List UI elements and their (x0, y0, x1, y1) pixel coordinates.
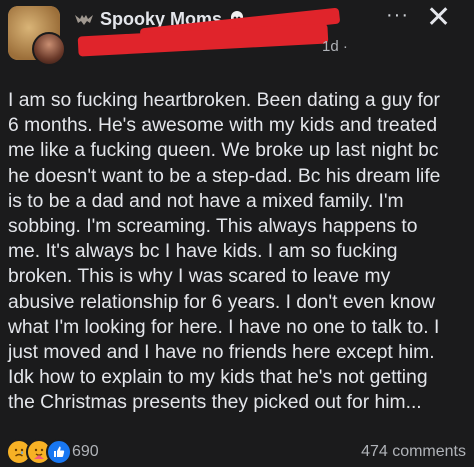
post-text-line: is to be a dad and not have a mixed fami… (8, 190, 404, 212)
post-text-line: me. It's always bc I have kids. I am so … (8, 241, 398, 263)
post-header: Spooky Moms 1d · ··· ✕ (0, 0, 474, 78)
post-text-line: sobbing. I'm screaming. This always happ… (8, 216, 418, 238)
comments-count-link[interactable]: 474 comments (361, 443, 466, 461)
post-footer: 690 474 comments (0, 436, 474, 467)
reactions-summary[interactable] (6, 439, 72, 465)
reaction-count[interactable]: 690 (72, 443, 99, 461)
post-text-line: Idk how to explain to my kids that he's … (8, 367, 428, 389)
post-text-line: just moved and I have no friends here ex… (8, 342, 435, 364)
post-timestamp[interactable]: 1d · (322, 38, 348, 55)
post-body: I am so fucking heartbroken. Been dating… (8, 88, 470, 416)
author-avatar[interactable] (32, 32, 66, 66)
post-text-line: what I'm looking for here. I have no one… (8, 316, 440, 338)
post-text-line: me like a fucking queen. We broke up las… (8, 140, 439, 162)
post-text-line: I am so fucking heartbroken. Been dating… (8, 90, 440, 111)
post-text-line: 6 months. He's awesome with my kids and … (8, 115, 438, 137)
close-button[interactable]: ✕ (426, 0, 451, 35)
post-text-line: abusive relationship for 6 years. I don'… (8, 291, 436, 313)
bat-icon (75, 15, 93, 25)
more-options-button[interactable]: ··· (386, 4, 409, 27)
post-text-line: the Christmas presents they picked out f… (8, 392, 422, 414)
post-text-line: broken. This is why I was scared to leav… (8, 266, 391, 288)
like-reaction-icon (46, 439, 72, 465)
post-text-line: he doesn't want to be a step-dad. Bc his… (8, 165, 441, 187)
